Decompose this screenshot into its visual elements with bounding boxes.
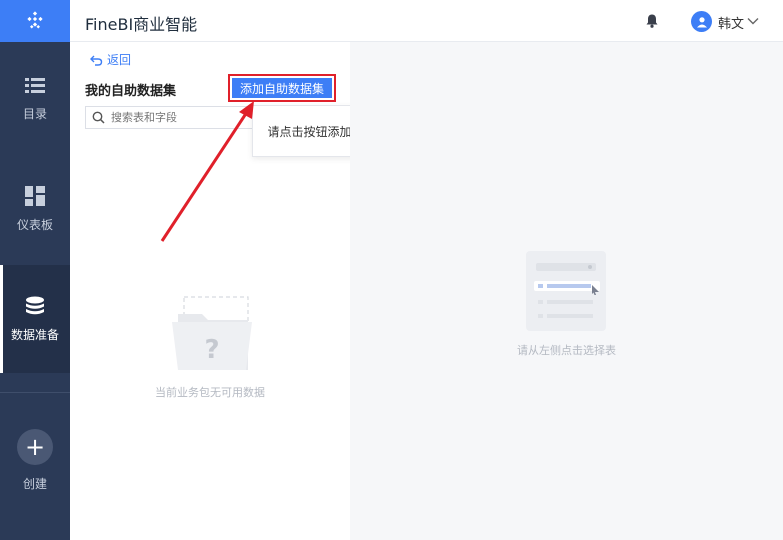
- user-icon: [696, 16, 707, 27]
- main-content: 请从左侧点击选择表: [350, 42, 783, 540]
- empty-state-right-text: 请从左侧点击选择表: [517, 344, 616, 357]
- logo-icon: [27, 11, 43, 29]
- search-icon: [92, 111, 105, 124]
- nav-item-dashboard[interactable]: 仪表板: [0, 155, 70, 263]
- nav-label-create: 创建: [22, 476, 47, 491]
- left-nav: 目录 仪表板 数据准备 + 创建: [0, 0, 70, 540]
- nav-item-data-prep[interactable]: 数据准备: [0, 265, 70, 373]
- bell-icon[interactable]: [644, 13, 660, 29]
- avatar[interactable]: [691, 11, 712, 32]
- back-arrow-icon: [90, 55, 103, 66]
- svg-text:?: ?: [204, 335, 219, 365]
- back-label: 返回: [107, 53, 132, 67]
- chevron-down-icon[interactable]: [746, 14, 760, 28]
- dashboard-icon: [25, 185, 45, 206]
- empty-folder-icon: ?: [172, 296, 252, 370]
- search-box[interactable]: [85, 106, 255, 129]
- nav-label-catalog: 目录: [22, 106, 47, 121]
- username[interactable]: 韩文: [718, 13, 744, 32]
- list-icon: [25, 77, 45, 93]
- search-input[interactable]: [111, 111, 241, 124]
- plus-icon: +: [17, 428, 53, 465]
- app-window: 目录 仪表板 数据准备 + 创建 FineBI商业智能 韩文 返回 我的自助数据…: [0, 0, 783, 540]
- dataset-panel: 返回 我的自助数据集 添加自助数据集 请点击按钮添加表 ? 当前业务包无可用数据: [70, 42, 379, 540]
- database-icon: [26, 296, 44, 314]
- nav-item-create[interactable]: + 创建: [0, 410, 70, 510]
- nav-label-dashboard: 仪表板: [16, 217, 53, 232]
- add-dataset-button[interactable]: 添加自助数据集: [232, 78, 332, 98]
- add-dataset-button-highlight[interactable]: 添加自助数据集: [228, 74, 336, 102]
- top-bar: FineBI商业智能 韩文: [70, 0, 783, 42]
- nav-label-data-prep: 数据准备: [10, 327, 59, 342]
- nav-item-catalog[interactable]: 目录: [0, 45, 70, 153]
- panel-title: 我的自助数据集: [85, 84, 177, 99]
- back-link[interactable]: 返回: [90, 51, 131, 68]
- empty-table-illustration: [526, 251, 606, 331]
- logo[interactable]: [0, 0, 70, 42]
- nav-divider: [0, 392, 70, 393]
- app-title: FineBI商业智能: [85, 15, 198, 34]
- empty-state-left-text: 当前业务包无可用数据: [155, 386, 265, 399]
